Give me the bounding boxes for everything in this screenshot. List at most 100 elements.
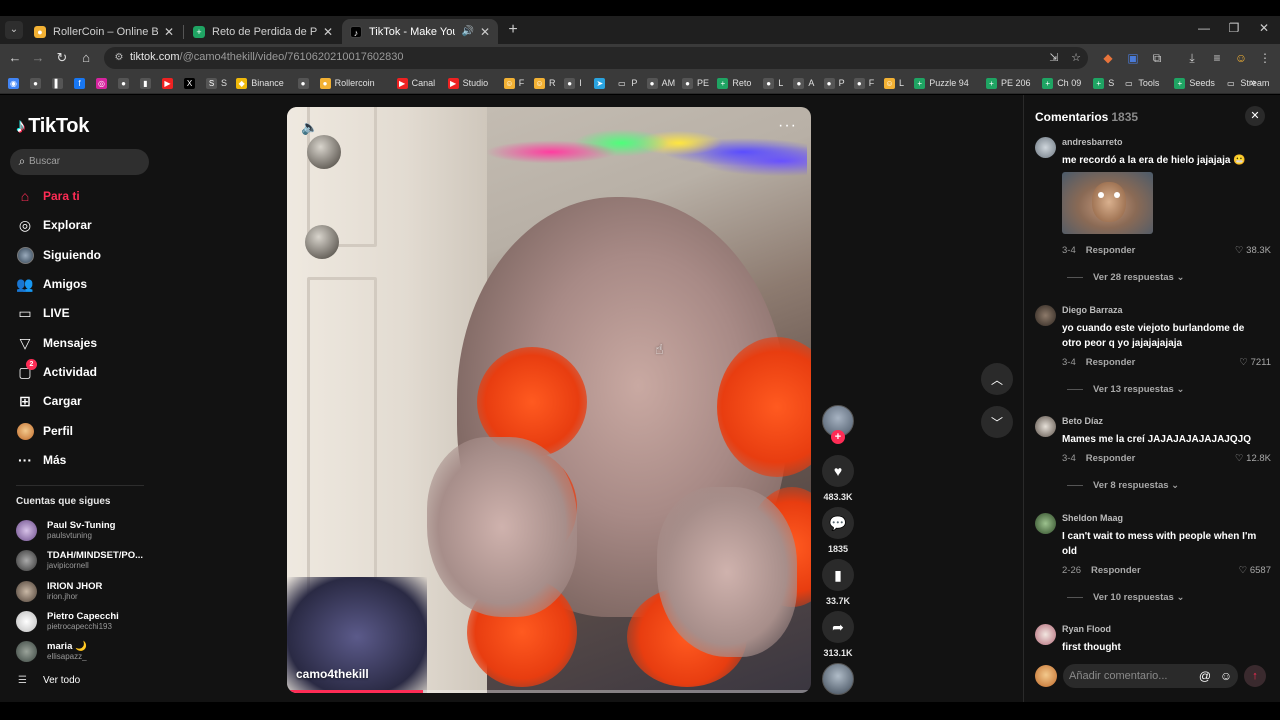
nav-siguiendo[interactable]: Siguiendo [16, 244, 101, 266]
view-replies-button[interactable]: Ver 10 respuestas ⌄ [1067, 592, 1184, 603]
bookmark-item[interactable]: + Reto [717, 75, 751, 91]
bookmark-item[interactable]: + S [1093, 75, 1114, 91]
close-tab-icon[interactable]: ✕ [164, 25, 174, 39]
close-comments-button[interactable]: ✕ [1245, 106, 1265, 126]
bookmark-item[interactable]: ▶ Studio [447, 75, 488, 91]
bookmark-item[interactable]: + Ch 09 [1042, 75, 1081, 91]
bookmark-item[interactable]: ▶ Canal [396, 75, 435, 91]
tab-search-dropdown-icon[interactable]: ⌄ [5, 21, 23, 39]
extension-icon[interactable]: ▣ [1124, 49, 1142, 67]
emoji-icon[interactable]: ☺ [1218, 668, 1234, 684]
bookmark-item[interactable]: ● A [793, 75, 814, 91]
search-input[interactable]: ⌕ Buscar [10, 149, 149, 175]
nav-live[interactable]: ▭ LIVE [16, 302, 69, 324]
bookmark-item[interactable]: ● PE [682, 75, 709, 91]
bookmark-item[interactable]: ☺ F [503, 75, 524, 91]
new-tab-button[interactable]: + [504, 21, 522, 39]
bookmark-star-icon[interactable]: ☆ [1068, 50, 1084, 66]
comment-username[interactable]: Ryan Flood [1062, 624, 1111, 634]
restore-icon[interactable]: ❐ [1224, 21, 1244, 35]
comment-button[interactable]: 💬 [822, 507, 854, 539]
speaker-icon[interactable]: 🔊 [461, 26, 473, 37]
site-info-icon[interactable]: ⚙ [112, 51, 126, 65]
reply-button[interactable]: Responder [1086, 357, 1136, 368]
forward-icon[interactable]: → [29, 49, 47, 67]
tab-tiktok[interactable]: ♪ TikTok - Make Your Day 🔊 ✕ [342, 19, 498, 44]
reply-button[interactable]: Responder [1086, 245, 1136, 256]
reply-button[interactable]: Responder [1086, 453, 1136, 464]
send-comment-button[interactable]: ↑ [1244, 665, 1266, 687]
download-icon[interactable]: ⤓ [1183, 49, 1201, 67]
bookmark-item[interactable]: ▶ [162, 75, 177, 91]
nav-para-ti[interactable]: ⌂ Para ti [16, 185, 80, 207]
bookmark-item[interactable]: ▌ [52, 75, 67, 91]
bookmark-item[interactable]: + PE 206 [986, 75, 1031, 91]
following-account[interactable]: IRION JHOR irion.jhor [16, 577, 102, 605]
address-bar[interactable]: ⚙ tiktok.com/@camo4thekill/video/7610620… [104, 47, 1088, 69]
nav-mensajes[interactable]: ▽ Mensajes [16, 332, 97, 354]
video-progress-bar[interactable] [287, 690, 811, 693]
avatar[interactable] [1035, 137, 1056, 158]
bookmark-item[interactable]: SS [206, 75, 227, 91]
following-account[interactable]: Paul Sv-Tuning paulsvtuning [16, 516, 115, 544]
bookmark-item[interactable]: ☺ L [884, 75, 904, 91]
nav-explorar[interactable]: ◎ Explorar [16, 214, 92, 236]
previous-video-button[interactable]: ︿ [981, 363, 1013, 395]
follow-plus-icon[interactable]: + [831, 430, 845, 444]
like-button[interactable]: ♥ [822, 455, 854, 487]
comment-username[interactable]: Diego Barraza [1062, 305, 1123, 315]
comment-like-button[interactable]: ♡ 12.8K [1235, 453, 1271, 464]
bookmark-item[interactable]: ▭ Tools [1123, 75, 1159, 91]
avatar[interactable] [1035, 305, 1056, 326]
tab-rollercoin[interactable]: ● RollerCoin – Online Bitcoin Mi ✕ [26, 19, 182, 44]
nav-mas[interactable]: ··· Más [16, 449, 66, 471]
next-video-button[interactable]: ﹀ [981, 406, 1013, 438]
save-button[interactable]: ▮ [822, 559, 854, 591]
reply-button[interactable]: Responder [1091, 565, 1141, 576]
bookmark-item[interactable]: ● [30, 75, 45, 91]
bookmark-item[interactable]: ● [118, 75, 133, 91]
bookmark-item[interactable]: ● Rollercoin [319, 75, 375, 91]
menu-kebab-icon[interactable]: ⋮ [1256, 49, 1274, 67]
bookmark-item[interactable]: f [74, 75, 89, 91]
bookmark-item[interactable]: + Puzzle 94 [914, 75, 969, 91]
share-button[interactable]: ➦ [822, 611, 854, 643]
comment-gif-image[interactable] [1062, 172, 1153, 234]
view-replies-button[interactable]: Ver 8 respuestas ⌄ [1067, 480, 1179, 491]
bookmark-item[interactable]: ◉ [8, 75, 23, 91]
bookmark-item[interactable]: ● [297, 75, 313, 91]
media-control-icon[interactable]: ≡ [1208, 49, 1226, 67]
sound-avatar[interactable] [822, 663, 854, 695]
following-account[interactable]: TDAH/MINDSET/PO... javipicornell [16, 546, 143, 574]
mention-icon[interactable]: @ [1197, 668, 1213, 684]
close-window-icon[interactable]: ✕ [1254, 21, 1274, 35]
bookmark-item[interactable]: ➤ [594, 75, 609, 91]
bookmark-item[interactable]: ▭ P [616, 75, 637, 91]
comment-username[interactable]: Beto Díaz [1062, 416, 1103, 426]
video-author[interactable]: camo4thekill [296, 667, 369, 681]
home-icon[interactable]: ⌂ [77, 49, 95, 67]
bookmark-item[interactable]: ● AM [646, 75, 675, 91]
mute-icon[interactable]: 🔈 [301, 119, 318, 136]
view-replies-button[interactable]: Ver 13 respuestas ⌄ [1067, 384, 1184, 395]
nav-amigos[interactable]: 👥 Amigos [16, 273, 87, 295]
comment-username[interactable]: andresbarreto [1062, 137, 1123, 147]
comment-like-button[interactable]: ♡ 7211 [1239, 357, 1271, 368]
nav-cargar[interactable]: ⊞ Cargar [16, 390, 82, 412]
bookmark-item[interactable]: ● P [823, 75, 845, 91]
bookmark-item[interactable]: ▮ [140, 75, 155, 91]
bookmark-item[interactable]: ☺ R [534, 75, 556, 91]
bookmark-item[interactable]: ◆ Binance [236, 75, 284, 91]
more-options-icon[interactable]: ··· [778, 117, 797, 135]
profile-avatar-icon[interactable]: ☺ [1232, 49, 1250, 67]
see-all-following-link[interactable]: ☰ Ver todo [18, 675, 80, 686]
extensions-puzzle-icon[interactable]: ⧉ [1148, 49, 1166, 67]
comment-like-button[interactable]: ♡ 38.3K [1235, 245, 1271, 256]
view-replies-button[interactable]: Ver 28 respuestas ⌄ [1067, 272, 1184, 283]
back-icon[interactable]: ← [6, 49, 24, 67]
install-app-icon[interactable]: ⇲ [1046, 50, 1062, 66]
following-account[interactable]: maria 🌙 ellisapazz_ [16, 637, 87, 665]
avatar[interactable] [1035, 624, 1056, 645]
bookmark-item[interactable]: ● L [763, 75, 783, 91]
tab-reto[interactable]: + Reto de Perdida de Peso - El M ✕ [185, 19, 341, 44]
